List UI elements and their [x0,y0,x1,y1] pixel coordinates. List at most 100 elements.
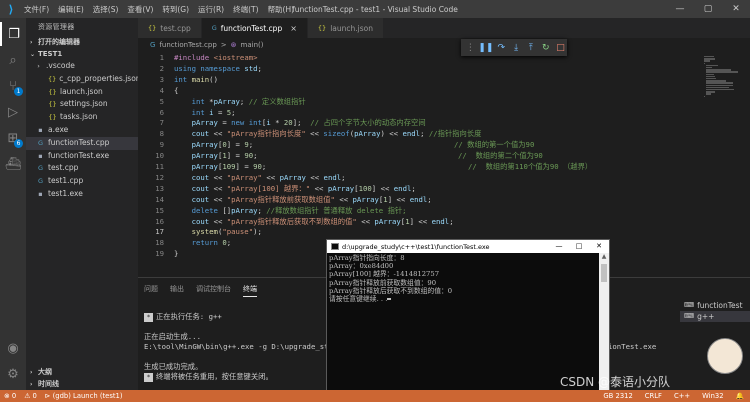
minimap-line [704,62,705,64]
restart-icon[interactable]: ↻ [539,41,552,55]
tree-item[interactable]: GfunctionTest.cpp [26,136,138,150]
cpp-file-icon: G [37,164,44,173]
tree-item[interactable]: {} settings.json [26,98,138,111]
breadcrumb-file[interactable]: functionTest.cpp [159,41,216,49]
search-icon[interactable]: ⌕ [0,48,26,72]
code-text: return 0; [191,238,232,248]
minimap[interactable] [698,52,750,277]
maximize-button[interactable]: ▢ [694,0,722,18]
console-line: pArray指针指向长度：8 [329,254,405,262]
menu-item[interactable]: 编辑(E) [58,4,84,15]
eol-status[interactable]: CRLF [645,392,662,400]
minimap-line [706,73,715,75]
debug-launch-status[interactable]: ⊳ (gdb) Launch (test1) [45,392,123,400]
panel-tab[interactable]: 问题 [144,284,158,297]
warnings-status[interactable]: ⚠ 0 [24,392,37,400]
activity-bar: ❐ ⌕ ⑂ 1 ▷ ⊞ 6 ⛴ ◉ ⚙ [0,18,26,390]
tree-item[interactable]: ▪ a.exe [26,124,138,137]
menu-item[interactable]: 运行(R) [198,4,224,15]
outline-section[interactable]: › 大纲 [26,366,138,378]
explorer-title: 资源管理器 [38,23,75,31]
stop-icon[interactable]: □ [554,41,567,55]
cpp-file-icon: G [37,138,44,147]
source-control-icon[interactable]: ⑂ 1 [0,74,26,98]
menu-item[interactable]: 终端(T) [233,4,258,15]
drag-handle-icon[interactable]: ⋮ [464,41,477,55]
line-number: 3 [159,74,164,84]
notifications-icon[interactable]: 🔔 [736,392,744,400]
json-file-icon: {} [317,24,327,32]
timeline-section[interactable]: › 时间线 [26,378,138,390]
code-line: 17 system("pause"); [138,227,698,238]
file-tree: › .vscode{} c_cpp_properties.json{} launch.… [26,60,141,201]
console-line: 请按任意键继续. . . [329,295,595,303]
extensions-icon[interactable]: ⊞ 6 [0,126,26,150]
errors-status[interactable]: ⊗ 0 [4,392,16,400]
language-status[interactable]: C++ [674,392,690,400]
menu-item[interactable]: 查看(V) [127,4,153,15]
code-comment: // 数组的第一个值为90 [454,140,535,150]
line-number: 14 [155,194,164,204]
account-icon[interactable]: ◉ [0,336,26,360]
menu-item[interactable]: 文件(F) [24,4,49,15]
code-text: int main() [174,74,218,84]
breadcrumb-symbol[interactable]: main() [241,41,264,49]
settings-gear-icon[interactable]: ⚙ [0,362,26,386]
console-close-button[interactable]: ✕ [589,240,609,253]
console-output: pArray指针指向长度：8 pArray：0xe84d00 pArray[100]… [329,254,595,303]
tab-test-cpp[interactable]: {} test.cpp [138,18,202,38]
code-line: 8 cout << "pArray指针指向长度" << sizeof(pArra… [138,129,698,140]
tree-item[interactable]: ▪ test1.exe [26,188,138,201]
panel-tab[interactable]: 输出 [170,284,184,297]
close-window-button[interactable]: ✕ [722,0,750,18]
tree-item[interactable]: ▪ functionTest.exe [26,150,138,163]
tree-item[interactable]: {} launch.json [26,86,138,99]
tree-item-label: launch.json [60,86,103,96]
tab-launch-json[interactable]: {} launch.json [307,18,384,38]
terminal-list-item[interactable]: ⌨ functionTest [680,300,750,311]
tree-item[interactable]: {} tasks.json [26,111,138,124]
tree-item[interactable]: Gtest1.cpp [26,175,138,188]
run-debug-icon[interactable]: ▷ [0,100,26,124]
tree-item[interactable]: › .vscode [26,60,138,73]
platform-status[interactable]: Win32 [702,392,723,400]
console-app-icon [331,243,339,250]
panel-tab[interactable]: 调试控制台 [196,284,231,297]
terminal-list-item[interactable]: ⌨ g++ [680,311,750,322]
explorer-icon[interactable]: ❐ [0,22,26,46]
code-line: 7 pArray = new int[i * 20]; // 占四个字节大小的动… [138,118,698,129]
scroll-thumb[interactable] [601,264,607,282]
terminal-text: E:\tool\MinGW\bin\g++.exe -g D:\upgrade_… [144,342,329,351]
tree-item[interactable]: Gtest.cpp [26,162,138,175]
panel-tab[interactable]: 终端 [243,284,257,297]
console-title: d:\upgrade_study\c++\test1\functionTest.… [342,242,490,251]
menu-item[interactable]: 帮助(H) [268,4,295,15]
tree-item[interactable]: {} c_cpp_properties.json [26,73,141,86]
step-out-icon[interactable]: ⤒ [524,41,537,55]
terminal-list-label: g++ [697,312,715,321]
encoding-status[interactable]: GB 2312 [603,392,632,400]
close-icon[interactable]: × [290,24,297,33]
console-minimize-button[interactable]: — [549,240,569,253]
pause-icon[interactable]: ❚❚ [478,41,493,55]
scroll-up-icon[interactable]: ▲ [599,253,609,263]
json-file-icon: {} [48,100,57,109]
outline-label: 大纲 [38,368,52,376]
step-into-icon[interactable]: ⤓ [510,41,523,55]
line-number: 12 [155,172,164,182]
extensions-badge: 6 [14,139,23,148]
watermark: CSDN @泰语小分队 [560,375,671,389]
docker-icon[interactable]: ⛴ [0,152,26,176]
code-line: 4{ [138,86,698,97]
terminal-text: 终端将被任务重用，按任意键关闭。 [156,372,273,381]
step-over-icon[interactable]: ↷ [495,41,508,55]
menu-item[interactable]: 选择(S) [93,4,119,15]
tab-functiontest-cpp[interactable]: GfunctionTest.cpp × [201,18,308,38]
menu-item[interactable]: 转到(G) [162,4,189,15]
workspace-section[interactable]: ⌄ TEST1 [26,48,138,60]
console-maximize-button[interactable]: □ [569,240,589,253]
minimize-button[interactable]: — [666,0,694,18]
json-file-icon: {} [148,24,157,32]
open-editors-section[interactable]: › 打开的编辑器 [26,36,138,48]
console-title-bar: d:\upgrade_study\c++\test1\functionTest.… [327,240,609,253]
